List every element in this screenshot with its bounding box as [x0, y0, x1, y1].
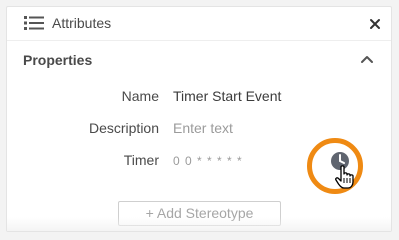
timer-field[interactable]: 0 0 * * * * *: [173, 154, 243, 168]
panel-header: Attributes: [7, 7, 391, 41]
panel-title: Attributes: [52, 15, 112, 31]
close-icon[interactable]: [369, 18, 381, 30]
description-label: Description: [88, 120, 159, 136]
panel-bottom-fade: [7, 217, 391, 231]
clock-icon[interactable]: [329, 150, 357, 190]
timer-label: Timer: [123, 152, 159, 168]
list-icon: [24, 16, 44, 30]
name-field[interactable]: Timer Start Event: [173, 88, 281, 104]
section-title: Properties: [23, 52, 93, 68]
description-field[interactable]: Enter text: [173, 120, 233, 136]
attributes-panel: Attributes Properties Name Timer Start E…: [6, 6, 392, 232]
name-label: Name: [121, 88, 159, 104]
chevron-up-icon[interactable]: [360, 54, 374, 64]
